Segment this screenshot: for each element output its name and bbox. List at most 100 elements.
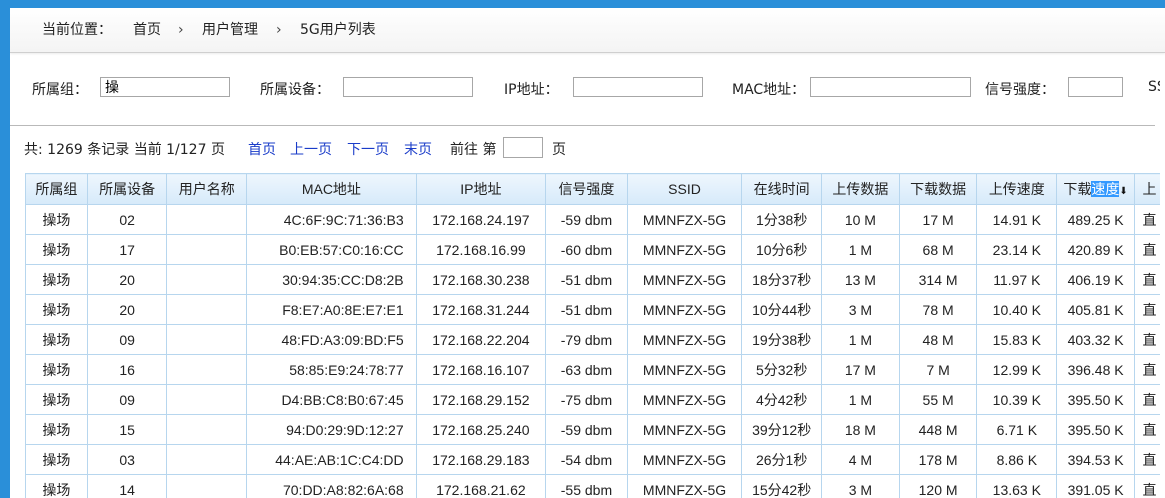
table-row[interactable]: 操场 16 58:85:E9:24:78:77 172.168.16.107 -63 d…	[25, 354, 1165, 385]
table-row[interactable]: 操场 15 94:D0:29:9D:12:27 172.168.25.240 -59 d…	[25, 414, 1165, 445]
cell-upload-data: 17 M	[821, 354, 900, 385]
cell-device: 14	[86, 474, 168, 498]
cell-mac: 94:D0:29:9D:12:27	[246, 414, 417, 445]
cell-ssid: MMNFZX-5G	[626, 354, 743, 385]
cell-group: 操场	[25, 234, 88, 265]
group-label: 所属组：	[32, 82, 88, 98]
cell-upload-speed: 10.39 K	[976, 384, 1058, 415]
column-header-download-speed[interactable]: 下载速度⬇	[1056, 173, 1136, 205]
window-frame-top	[0, 0, 1165, 8]
cell-username	[166, 444, 248, 475]
goto-page-input[interactable]	[503, 137, 543, 158]
column-header-upload-data[interactable]: 上传数据	[821, 173, 900, 205]
cell-mac: 58:85:E9:24:78:77	[246, 354, 417, 385]
cell-username	[166, 204, 248, 235]
table-row[interactable]: 操场 20 F8:E7:A0:8E:E7:E1 172.168.31.244 -51 d…	[25, 294, 1165, 325]
cell-username	[166, 354, 248, 385]
cell-ip: 172.168.24.197	[415, 204, 547, 235]
table-row[interactable]: 操场 09 D4:BB:C8:B0:67:45 172.168.29.152 -75 d…	[25, 384, 1165, 415]
cell-upload-data: 3 M	[821, 294, 900, 325]
cell-download-speed: 406.19 K	[1056, 264, 1136, 295]
mac-label: MAC地址：	[732, 82, 806, 98]
sort-down-icon[interactable]: ⬇	[1119, 186, 1127, 197]
cell-upload-speed: 8.86 K	[976, 444, 1058, 475]
cell-ip: 172.168.30.238	[415, 264, 547, 295]
column-header-ip[interactable]: IP地址	[415, 173, 547, 205]
column-header-ssid[interactable]: SSID	[626, 173, 743, 205]
group-input[interactable]	[100, 77, 230, 97]
cell-upload-speed: 23.14 K	[976, 234, 1058, 265]
column-header-online-time[interactable]: 在线时间	[741, 173, 823, 205]
cell-group: 操场	[25, 204, 88, 235]
cell-mac: 30:94:35:CC:D8:2B	[246, 264, 417, 295]
cell-upload-speed: 10.40 K	[976, 294, 1058, 325]
cell-ip: 172.168.16.107	[415, 354, 547, 385]
chevron-right-icon: ›	[178, 22, 184, 38]
cell-download-data: 120 M	[898, 474, 978, 498]
signal-input[interactable]	[1068, 77, 1123, 97]
cell-device: 20	[86, 294, 168, 325]
device-label: 所属设备：	[260, 82, 330, 98]
cell-ssid: MMNFZX-5G	[626, 474, 743, 498]
device-input[interactable]	[343, 77, 473, 97]
cell-mac: 44:AE:AB:1C:C4:DD	[246, 444, 417, 475]
cell-ssid: MMNFZX-5G	[626, 324, 743, 355]
cell-upload-data: 18 M	[821, 414, 900, 445]
ip-input[interactable]	[573, 77, 703, 97]
cell-download-speed: 391.05 K	[1056, 474, 1136, 498]
cell-signal: -75 dbm	[545, 384, 628, 415]
cell-upload-data: 1 M	[821, 384, 900, 415]
cell-ssid: MMNFZX-5G	[626, 264, 743, 295]
cell-download-speed: 396.48 K	[1056, 354, 1136, 385]
cell-online-time: 4分42秒	[741, 384, 823, 415]
table-row[interactable]: 操场 17 B0:EB:57:C0:16:CC 172.168.16.99 -60 db…	[25, 234, 1165, 265]
cell-mac: 4C:6F:9C:71:36:B3	[246, 204, 417, 235]
cell-upload-speed: 14.91 K	[976, 204, 1058, 235]
column-header-download-data[interactable]: 下载数据	[898, 173, 978, 205]
mac-input[interactable]	[810, 77, 971, 97]
cell-ip: 172.168.16.99	[415, 234, 547, 265]
divider	[10, 125, 1155, 126]
cell-mac: F8:E7:A0:8E:E7:E1	[246, 294, 417, 325]
table-row[interactable]: 操场 02 4C:6F:9C:71:36:B3 172.168.24.197 -59 d…	[25, 204, 1165, 235]
cell-download-data: 7 M	[898, 354, 978, 385]
column-header-device[interactable]: 所属设备	[86, 173, 168, 205]
column-header-mac[interactable]: MAC地址	[246, 173, 417, 205]
table-row[interactable]: 操场 14 70:DD:A8:82:6A:68 172.168.21.62 -55 db…	[25, 474, 1165, 498]
column-header-upload-speed[interactable]: 上传速度	[976, 173, 1058, 205]
next-page-link[interactable]: 下一页	[347, 139, 389, 159]
column-header-username[interactable]: 用户名称	[166, 173, 248, 205]
page-edge	[1160, 68, 1165, 498]
cell-upload-data: 13 M	[821, 264, 900, 295]
cell-online-time: 10分44秒	[741, 294, 823, 325]
cell-mac: 48:FD:A3:09:BD:F5	[246, 324, 417, 355]
cell-signal: -54 dbm	[545, 444, 628, 475]
cell-signal: -60 dbm	[545, 234, 628, 265]
signal-label: 信号强度：	[985, 82, 1055, 98]
cell-signal: -55 dbm	[545, 474, 628, 498]
cell-download-speed: 489.25 K	[1056, 204, 1136, 235]
last-page-link[interactable]: 末页	[404, 139, 432, 159]
column-header-group[interactable]: 所属组	[25, 173, 88, 205]
cell-signal: -51 dbm	[545, 264, 628, 295]
breadcrumb-user-management[interactable]: 用户管理	[202, 8, 258, 52]
goto-suffix: 页	[552, 142, 566, 158]
cell-upload-data: 3 M	[821, 474, 900, 498]
cell-download-speed: 405.81 K	[1056, 294, 1136, 325]
first-page-link[interactable]: 首页	[248, 139, 276, 159]
breadcrumb-home-link[interactable]: 首页	[133, 8, 161, 52]
cell-username	[166, 264, 248, 295]
table-row[interactable]: 操场 09 48:FD:A3:09:BD:F5 172.168.22.204 -79 d…	[25, 324, 1165, 355]
cell-download-speed: 403.32 K	[1056, 324, 1136, 355]
table-row[interactable]: 操场 20 30:94:35:CC:D8:2B 172.168.30.238 -51 d…	[25, 264, 1165, 295]
table-row[interactable]: 操场 03 44:AE:AB:1C:C4:DD 172.168.29.183 -54 d…	[25, 444, 1165, 475]
cell-upload-data: 1 M	[821, 234, 900, 265]
column-header-signal[interactable]: 信号强度	[545, 173, 628, 205]
cell-group: 操场	[25, 294, 88, 325]
prev-page-link[interactable]: 上一页	[290, 139, 332, 159]
cell-online-time: 15分42秒	[741, 474, 823, 498]
cell-ssid: MMNFZX-5G	[626, 294, 743, 325]
cell-online-time: 5分32秒	[741, 354, 823, 385]
cell-online-time: 26分1秒	[741, 444, 823, 475]
cell-device: 16	[86, 354, 168, 385]
